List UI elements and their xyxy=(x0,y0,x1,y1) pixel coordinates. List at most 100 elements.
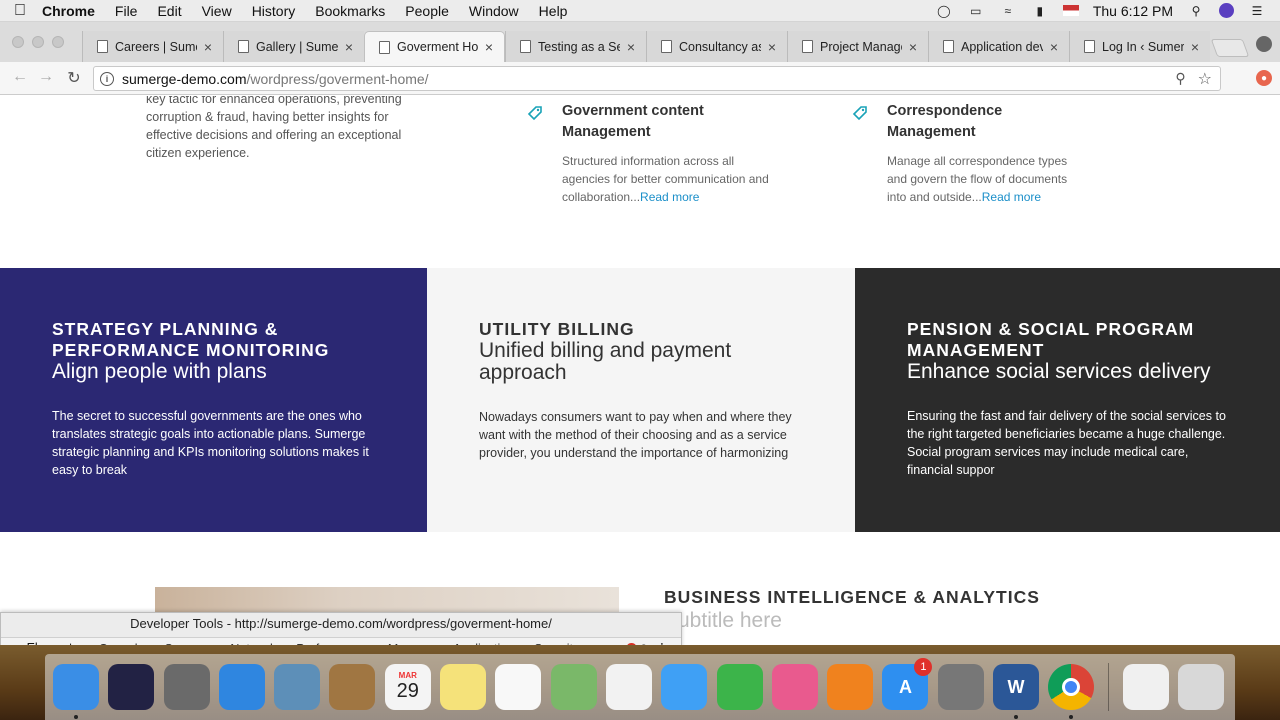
read-more-link[interactable]: Read more xyxy=(640,190,699,204)
downloads-stack-icon[interactable] xyxy=(1122,664,1169,710)
band-title: STRATEGY PLANNING & PERFORMANCE MONITORI… xyxy=(52,319,330,383)
system-preferences-icon[interactable] xyxy=(937,664,984,710)
tab-close-icon[interactable]: × xyxy=(624,39,638,55)
service-correspondence: Correspondence Management Manage all cor… xyxy=(852,101,1087,206)
window-close-button[interactable] xyxy=(12,36,24,48)
page-favicon-icon xyxy=(802,40,813,53)
chrome-center xyxy=(1062,678,1081,696)
menu-view[interactable]: View xyxy=(192,3,242,19)
battery-icon[interactable]: ▮ xyxy=(1031,4,1049,18)
spotlight-search-icon[interactable]: ⚲ xyxy=(1187,4,1205,18)
tab-close-icon[interactable]: × xyxy=(201,39,215,55)
app-store-badge: 1 xyxy=(914,658,933,676)
band-strategy-planning[interactable]: STRATEGY PLANNING & PERFORMANCE MONITORI… xyxy=(0,268,427,532)
read-more-link[interactable]: Read more xyxy=(982,190,1041,204)
tab-close-icon[interactable]: × xyxy=(342,39,356,55)
menu-people[interactable]: People xyxy=(395,3,459,19)
window-zoom-button[interactable] xyxy=(52,36,64,48)
band-utility-billing[interactable]: UTILITY BILLING Unified billing and payme… xyxy=(427,268,855,532)
zoom-icon[interactable]: ⚲ xyxy=(1175,70,1185,87)
apple-menu-icon[interactable]:  xyxy=(0,2,40,20)
running-indicator xyxy=(1069,715,1074,719)
tag-icon xyxy=(527,106,542,121)
ibooks-icon[interactable] xyxy=(827,664,874,710)
wifi-icon[interactable]: ≈ xyxy=(999,4,1017,18)
tab-close-icon[interactable]: × xyxy=(906,39,920,55)
tab-list: Careers | Sume × Gallery | Sumer × Goverment… xyxy=(82,31,1210,62)
menu-clock[interactable]: Thu 6:12 PM xyxy=(1093,3,1173,19)
siri-icon[interactable] xyxy=(108,664,155,710)
tab-close-icon[interactable]: × xyxy=(482,39,496,55)
dock-separator xyxy=(1107,663,1109,711)
tab-title: Gallery | Sumer xyxy=(256,39,338,54)
bookmark-star-icon[interactable]: ☆ xyxy=(1198,69,1212,89)
page-favicon-icon xyxy=(379,40,390,54)
notification-center-icon[interactable]: ☰ xyxy=(1248,4,1266,18)
new-tab-button[interactable] xyxy=(1210,39,1250,57)
safari-icon[interactable] xyxy=(218,664,265,710)
notes-icon[interactable] xyxy=(440,664,487,710)
band-pension-social[interactable]: PENSION & SOCIAL PROGRAM MANAGEMENT Enhan… xyxy=(855,268,1280,532)
flag-icon[interactable] xyxy=(1062,5,1079,16)
photos-icon[interactable] xyxy=(605,664,652,710)
browser-tab[interactable]: Goverment Hor × xyxy=(364,31,505,62)
menu-app-name[interactable]: Chrome xyxy=(40,3,105,19)
launchpad-icon[interactable] xyxy=(163,664,210,710)
siri-menu-icon[interactable] xyxy=(1219,3,1234,18)
app-store-icon[interactable]: A1 xyxy=(882,658,933,710)
page-favicon-icon xyxy=(520,40,531,53)
calendar-icon[interactable]: MAR 29 xyxy=(384,664,431,710)
preview-icon[interactable] xyxy=(274,664,321,710)
band-title: UTILITY BILLING Unified billing and payme… xyxy=(479,319,732,384)
mac-dock: MAR 29 A 1 W xyxy=(45,654,1235,720)
menu-edit[interactable]: Edit xyxy=(147,3,191,19)
word-glyph: W xyxy=(1007,676,1025,697)
menu-window[interactable]: Window xyxy=(459,3,529,19)
forward-button[interactable]: → xyxy=(36,68,56,86)
itunes-icon[interactable] xyxy=(771,664,818,710)
browser-tab[interactable]: Gallery | Sumer × xyxy=(223,31,364,62)
extension-icon[interactable]: ● xyxy=(1256,70,1272,86)
tab-close-icon[interactable]: × xyxy=(765,39,779,55)
finder-icon[interactable] xyxy=(53,664,99,719)
page-favicon-icon xyxy=(661,40,672,53)
window-minimize-button[interactable] xyxy=(32,36,44,48)
tab-close-icon[interactable]: × xyxy=(1188,39,1202,55)
browser-tab[interactable]: Log In ‹ Sumerg × xyxy=(1069,31,1210,62)
contacts-icon[interactable] xyxy=(329,664,376,710)
browser-tab[interactable]: Careers | Sume × xyxy=(82,31,223,62)
browser-tab[interactable]: Consultancy as × xyxy=(646,31,787,62)
facetime-icon[interactable] xyxy=(716,664,763,710)
service-title: Government content Management xyxy=(562,103,704,140)
web-page: key tactic for enhanced operations, prev… xyxy=(0,96,1280,645)
messages-icon[interactable] xyxy=(661,664,708,710)
service-title: Correspondence Management xyxy=(887,103,1003,140)
url-host: sumerge-demo.com xyxy=(122,70,247,87)
browser-tab[interactable]: Testing as a Ser × xyxy=(505,31,646,62)
tab-title: Log In ‹ Sumerg xyxy=(1102,39,1184,54)
window-controls xyxy=(12,36,64,48)
reminders-icon[interactable] xyxy=(495,664,542,710)
reload-button[interactable]: ↻ xyxy=(64,68,84,88)
creative-cloud-icon[interactable]: ◯ xyxy=(935,4,953,18)
trash-icon[interactable] xyxy=(1177,664,1224,710)
tab-title: Consultancy as xyxy=(679,39,761,54)
menu-help[interactable]: Help xyxy=(529,3,578,19)
profile-avatar[interactable] xyxy=(1256,36,1272,52)
bi-title: BUSINESS INTELLIGENCE & ANALYTICS xyxy=(664,587,1040,607)
browser-tab[interactable]: Application dev × xyxy=(928,31,1069,62)
url-path: /wordpress/goverment-home/ xyxy=(246,70,429,87)
browser-tab[interactable]: Project Manage × xyxy=(787,31,928,62)
chrome-icon[interactable] xyxy=(1048,664,1095,719)
menu-history[interactable]: History xyxy=(242,3,306,19)
maps-icon[interactable] xyxy=(550,664,597,710)
tab-close-icon[interactable]: × xyxy=(1047,39,1061,55)
menu-bookmarks[interactable]: Bookmarks xyxy=(305,3,395,19)
airplay-icon[interactable]: ▭ xyxy=(967,4,985,18)
back-button[interactable]: ← xyxy=(10,68,30,86)
menu-file[interactable]: File xyxy=(105,3,148,19)
address-bar[interactable]: i sumerge-demo.com/wordpress/goverment-h… xyxy=(93,66,1221,91)
site-info-icon[interactable]: i xyxy=(100,71,114,86)
tab-title: Project Manage xyxy=(820,39,902,54)
word-icon[interactable]: W xyxy=(993,664,1040,719)
